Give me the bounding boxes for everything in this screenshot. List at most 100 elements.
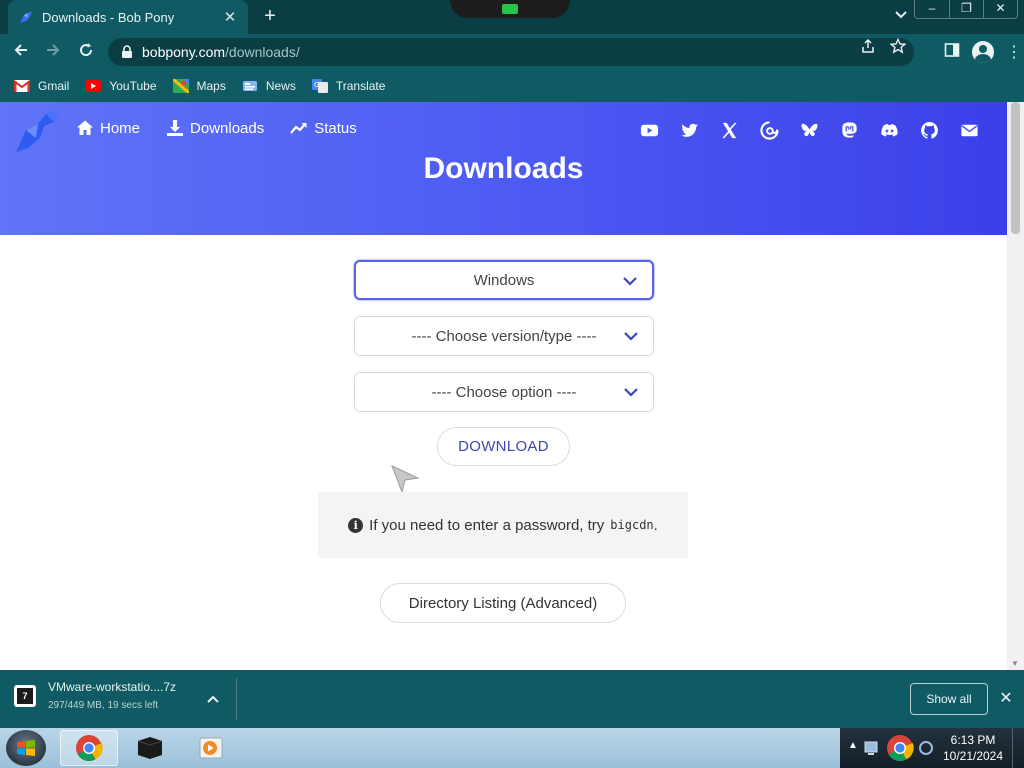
youtube-icon	[85, 80, 102, 92]
shelf-divider	[236, 678, 237, 720]
reload-icon[interactable]	[75, 41, 97, 63]
shelf-close-icon[interactable]: ✕	[998, 689, 1014, 709]
address-bar[interactable]: bobpony.com/downloads/	[108, 38, 914, 66]
news-icon	[242, 81, 257, 91]
version-select[interactable]: ---- Choose version/type ----	[354, 316, 654, 356]
taskbar-app-black[interactable]	[121, 730, 179, 766]
scroll-down-arrow-icon[interactable]: ▼	[1011, 659, 1019, 668]
nav-downloads[interactable]: Downloads	[166, 119, 264, 137]
bookmark-maps[interactable]: Maps	[172, 79, 226, 93]
back-arrow-icon[interactable]	[10, 41, 32, 63]
omnibox-actions	[860, 37, 907, 59]
bookmark-label: Maps	[196, 79, 226, 93]
option-select[interactable]: ---- Choose option ----	[354, 372, 654, 412]
windows-logo-icon	[17, 740, 35, 756]
taskbar-chrome[interactable]	[60, 730, 118, 766]
nav-home[interactable]: Home	[76, 119, 140, 137]
taskbar-clock[interactable]: 6:13 PM 10/21/2024	[940, 732, 1006, 764]
forward-arrow-icon[interactable]	[42, 41, 64, 63]
system-tray: ▲ 6:13 PM 10/21/2024	[840, 728, 1024, 768]
page-scrollbar[interactable]: ▼	[1007, 102, 1024, 670]
password-notice: i If you need to enter a password, try b…	[318, 492, 688, 558]
chevron-down-icon	[624, 332, 638, 341]
page-title: Downloads	[423, 152, 584, 185]
tray-expand-icon[interactable]: ▲	[848, 740, 858, 751]
bookmark-label: News	[265, 79, 296, 93]
tray-icons	[862, 734, 934, 762]
bookmark-youtube[interactable]: YouTube	[85, 79, 157, 93]
chevron-down-icon	[623, 277, 637, 286]
download-shelf: 7 VMware-workstatio....7z 297/449 MB, 19…	[0, 670, 1024, 728]
email-icon[interactable]	[959, 120, 979, 140]
trend-icon	[290, 123, 307, 134]
notice-text: If you need to enter a password, try	[369, 516, 605, 534]
new-tab-button[interactable]: +	[258, 4, 282, 28]
mouse-pointer-icon	[391, 465, 420, 494]
minimize-button[interactable]: –	[915, 0, 949, 18]
download-progress-text: 297/449 MB, 19 secs left	[48, 700, 159, 711]
close-window-button[interactable]: ✕	[983, 0, 1017, 18]
show-all-button[interactable]: Show all	[910, 683, 988, 715]
tab-search-chevron-icon[interactable]	[895, 6, 907, 22]
nav-label: Home	[100, 119, 141, 137]
taskbar-media-player[interactable]	[182, 730, 240, 766]
bookmark-news[interactable]: News	[242, 79, 296, 93]
side-panel-icon[interactable]	[944, 42, 960, 63]
bookmark-translate[interactable]: G Translate	[311, 79, 385, 93]
download-filename: VMware-workstatio....7z	[48, 680, 177, 694]
directory-listing-button[interactable]: Directory Listing (Advanced)	[380, 583, 626, 623]
tab-title: Downloads - Bob Pony	[42, 9, 175, 25]
bookmark-star-icon[interactable]	[889, 37, 907, 59]
github-icon[interactable]	[919, 120, 939, 140]
kebab-menu-icon[interactable]: ⋮	[1006, 42, 1022, 62]
option-select-value: ---- Choose option ----	[431, 383, 577, 401]
bobpony-favicon-icon	[20, 11, 32, 23]
browser-toolbar: bobpony.com/downloads/ ⋮	[0, 34, 1024, 70]
home-icon	[77, 120, 93, 135]
nav-status[interactable]: Status	[290, 119, 357, 137]
chrome-tray-icon[interactable]	[886, 734, 914, 762]
7zip-file-icon: 7	[14, 684, 36, 707]
windows-taskbar: ▲ 6:13 PM 10/21/2024	[0, 728, 1024, 768]
discord-icon[interactable]	[879, 120, 899, 140]
site-nav: Home Downloads Status	[76, 119, 357, 137]
youtube-icon[interactable]	[639, 120, 659, 140]
os-select[interactable]: Windows	[354, 260, 654, 300]
tab-close-icon[interactable]: ✕	[222, 8, 238, 26]
download-item[interactable]: 7 VMware-workstatio....7z 297/449 MB, 19…	[14, 680, 176, 711]
bookmark-label: Gmail	[38, 79, 70, 93]
tab-strip: Downloads - Bob Pony ✕ + – ❐ ✕	[0, 0, 1024, 34]
restore-button[interactable]: ❐	[949, 0, 983, 18]
url-path: /downloads/	[225, 44, 300, 60]
url-host: bobpony.com	[142, 44, 226, 60]
bobpony-logo-icon[interactable]	[12, 108, 64, 156]
bookmark-gmail[interactable]: Gmail	[14, 79, 69, 93]
bookmark-label: YouTube	[109, 79, 157, 93]
chevron-down-icon	[624, 388, 638, 397]
social-links	[639, 120, 979, 140]
scrollbar-thumb[interactable]	[1011, 102, 1020, 234]
chrome-icon	[76, 735, 103, 762]
version-select-value: ---- Choose version/type ----	[411, 327, 597, 345]
show-desktop-button[interactable]	[1012, 728, 1024, 768]
notice-password: bigcdn	[610, 518, 654, 532]
download-button[interactable]: DOWNLOAD	[437, 427, 570, 466]
share-icon[interactable]	[860, 38, 876, 59]
bluesky-icon[interactable]	[799, 120, 819, 140]
threads-icon[interactable]	[759, 120, 779, 140]
browser-window: Downloads - Bob Pony ✕ + – ❐ ✕ bobpony.c…	[0, 0, 1024, 728]
chevron-up-icon[interactable]	[206, 694, 220, 704]
x-icon[interactable]	[719, 120, 739, 140]
site-header: Home Downloads Status Downloads	[0, 102, 1007, 235]
start-button[interactable]	[6, 730, 46, 766]
volume-icon[interactable]	[918, 740, 934, 756]
maps-icon	[172, 79, 189, 93]
network-icon[interactable]	[862, 738, 882, 758]
twitter-icon[interactable]	[679, 120, 699, 140]
svg-text:G: G	[314, 81, 319, 89]
clock-time: 6:13 PM	[950, 733, 996, 747]
tab-downloads[interactable]: Downloads - Bob Pony ✕	[8, 0, 248, 34]
notch-indicator	[502, 4, 518, 14]
mastodon-icon[interactable]	[839, 120, 859, 140]
profile-avatar-icon[interactable]	[972, 41, 994, 63]
